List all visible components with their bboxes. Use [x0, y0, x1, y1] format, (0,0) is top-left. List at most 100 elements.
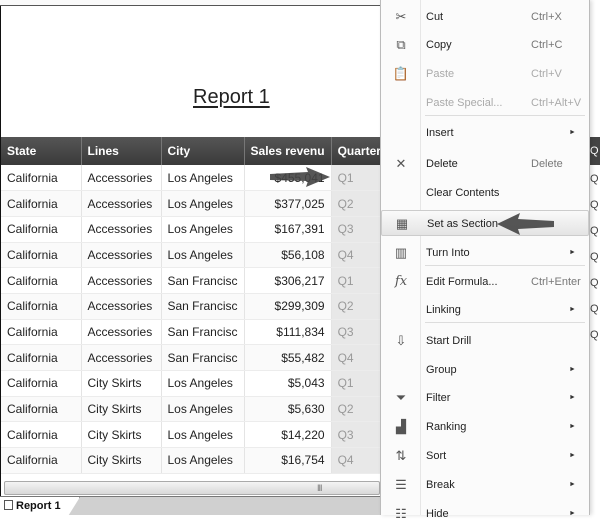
- menu-item-sort[interactable]: ⇅ Sort ►: [381, 443, 589, 469]
- menu-item-cut[interactable]: ✂ Cut Ctrl+X: [381, 4, 589, 30]
- scrollbar-grip[interactable]: III: [317, 483, 322, 493]
- menu-item-set-as-section[interactable]: ▦ Set as Section: [381, 210, 589, 236]
- background-cell: Q: [590, 173, 599, 185]
- menu-item-linking[interactable]: Linking ►: [381, 297, 589, 323]
- drill-icon: ⇩: [395, 333, 407, 348]
- cell-sales-revenue[interactable]: $306,217: [244, 267, 332, 294]
- menu-item-label: Insert: [426, 127, 454, 139]
- cell-city[interactable]: Los Angeles: [161, 190, 245, 217]
- cell-city[interactable]: Los Angeles: [161, 370, 245, 397]
- menu-item-label: Cut: [426, 11, 444, 23]
- cell-state[interactable]: California: [1, 447, 82, 474]
- menu-item-shortcut: Ctrl+Enter: [531, 276, 581, 288]
- background-cell: Q: [590, 199, 599, 211]
- menu-item-shortcut: Ctrl+Alt+V: [531, 97, 582, 109]
- menu-item-label: Linking: [426, 304, 461, 316]
- cell-lines[interactable]: City Skirts: [81, 421, 162, 449]
- menu-item-turn-into[interactable]: ▥ Turn Into ►: [381, 240, 589, 266]
- menu-item-label: Start Drill: [426, 335, 472, 347]
- cell-lines[interactable]: City Skirts: [81, 396, 162, 423]
- cell-lines[interactable]: Accessories: [81, 216, 162, 243]
- menu-item-edit-formula[interactable]: fx Edit Formula... Ctrl+Enter: [381, 269, 589, 295]
- column-header-state[interactable]: State: [1, 137, 82, 165]
- cell-lines[interactable]: Accessories: [81, 319, 162, 346]
- menu-item-insert[interactable]: Insert ►: [381, 120, 589, 146]
- report-page-icon: [4, 500, 13, 510]
- menu-item-clear-contents[interactable]: Clear Contents: [381, 180, 589, 206]
- menu-item-group[interactable]: Group ►: [381, 357, 589, 383]
- cell-sales-revenue[interactable]: $5,043: [244, 370, 332, 397]
- menu-item-label: Set as Section: [427, 218, 498, 230]
- column-header-city[interactable]: City: [161, 137, 245, 165]
- cell-sales-revenue[interactable]: $56,108: [244, 242, 332, 269]
- cell-lines[interactable]: Accessories: [81, 267, 162, 294]
- cell-sales-revenue[interactable]: $299,309: [244, 293, 332, 320]
- cell-city[interactable]: San Francisc: [161, 293, 245, 320]
- menu-item-filter[interactable]: ⏷ Filter ►: [381, 385, 589, 411]
- column-header-sales-revenue[interactable]: Sales revenu: [244, 137, 332, 165]
- cell-lines[interactable]: Accessories: [81, 165, 162, 192]
- cell-lines[interactable]: Accessories: [81, 293, 162, 320]
- cell-city[interactable]: Los Angeles: [161, 165, 245, 192]
- background-cell: Q: [590, 277, 599, 289]
- menu-item-shortcut: Ctrl+V: [531, 68, 562, 80]
- cell-sales-revenue[interactable]: $14,220: [244, 421, 332, 449]
- cell-state[interactable]: California: [1, 293, 82, 320]
- cell-city[interactable]: Los Angeles: [161, 242, 245, 269]
- cell-sales-revenue[interactable]: $167,391: [244, 216, 332, 243]
- cell-city[interactable]: Los Angeles: [161, 421, 245, 449]
- background-cell: Q: [590, 303, 599, 315]
- table-row: California Accessories Los Angeles $167,391…: [1, 216, 392, 243]
- cell-state[interactable]: California: [1, 190, 82, 217]
- column-header-lines[interactable]: Lines: [81, 137, 162, 165]
- cell-state[interactable]: California: [1, 396, 82, 423]
- cell-lines[interactable]: City Skirts: [81, 447, 162, 474]
- cell-sales-revenue[interactable]: $5,630: [244, 396, 332, 423]
- cell-state[interactable]: California: [1, 242, 82, 269]
- menu-item-paste-special[interactable]: Paste Special... Ctrl+Alt+V: [381, 90, 589, 116]
- cell-city[interactable]: Los Angeles: [161, 396, 245, 423]
- submenu-arrow-icon: ►: [569, 510, 576, 517]
- horizontal-scrollbar[interactable]: III: [4, 481, 380, 495]
- menu-item-delete[interactable]: ✕ Delete Delete: [381, 151, 589, 177]
- cell-state[interactable]: California: [1, 267, 82, 294]
- cell-state[interactable]: California: [1, 216, 82, 243]
- submenu-arrow-icon: ►: [569, 129, 576, 136]
- report-tab-bar: Report 1: [0, 496, 380, 515]
- cell-state[interactable]: California: [1, 421, 82, 449]
- background-cell: Q: [590, 251, 599, 263]
- menu-item-hide[interactable]: ☷ Hide ►: [381, 501, 589, 527]
- cell-city[interactable]: San Francisc: [161, 319, 245, 346]
- background-cell: Q: [590, 329, 599, 341]
- cell-city[interactable]: San Francisc: [161, 267, 245, 294]
- tab-label: Report 1: [16, 500, 61, 512]
- menu-item-paste[interactable]: 📋 Paste Ctrl+V: [381, 61, 589, 87]
- table-row: California Accessories Los Angeles $377,025…: [1, 190, 392, 217]
- cell-sales-revenue[interactable]: $111,834: [244, 319, 332, 346]
- cell-lines[interactable]: City Skirts: [81, 370, 162, 397]
- menu-item-copy[interactable]: ⧉ Copy Ctrl+C: [381, 32, 589, 58]
- cell-state[interactable]: California: [1, 165, 82, 192]
- cell-sales-revenue[interactable]: $377,025: [244, 190, 332, 217]
- submenu-arrow-icon: ►: [569, 452, 576, 459]
- cell-city[interactable]: San Francisc: [161, 344, 245, 371]
- cell-sales-revenue[interactable]: $55,482: [244, 344, 332, 371]
- cell-lines[interactable]: Accessories: [81, 190, 162, 217]
- menu-item-ranking[interactable]: ▟ Ranking ►: [381, 414, 589, 440]
- cell-state[interactable]: California: [1, 344, 82, 371]
- tab-report-1[interactable]: Report 1: [0, 497, 80, 515]
- hide-icon: ☷: [395, 506, 407, 521]
- cell-state[interactable]: California: [1, 319, 82, 346]
- cell-lines[interactable]: Accessories: [81, 242, 162, 269]
- paste-icon: 📋: [392, 66, 410, 81]
- cell-city[interactable]: Los Angeles: [161, 447, 245, 474]
- menu-item-label: Ranking: [426, 421, 467, 433]
- menu-item-start-drill[interactable]: ⇩ Start Drill: [381, 328, 589, 354]
- cell-sales-revenue[interactable]: $16,754: [244, 447, 332, 474]
- menu-item-break[interactable]: ☰ Break ►: [381, 472, 589, 498]
- cell-state[interactable]: California: [1, 370, 82, 397]
- table-row: California Accessories San Francisc $299,30…: [1, 293, 392, 320]
- cell-lines[interactable]: Accessories: [81, 344, 162, 371]
- background-table-strip: Q QQQQQQQ: [590, 0, 600, 515]
- cell-city[interactable]: Los Angeles: [161, 216, 245, 243]
